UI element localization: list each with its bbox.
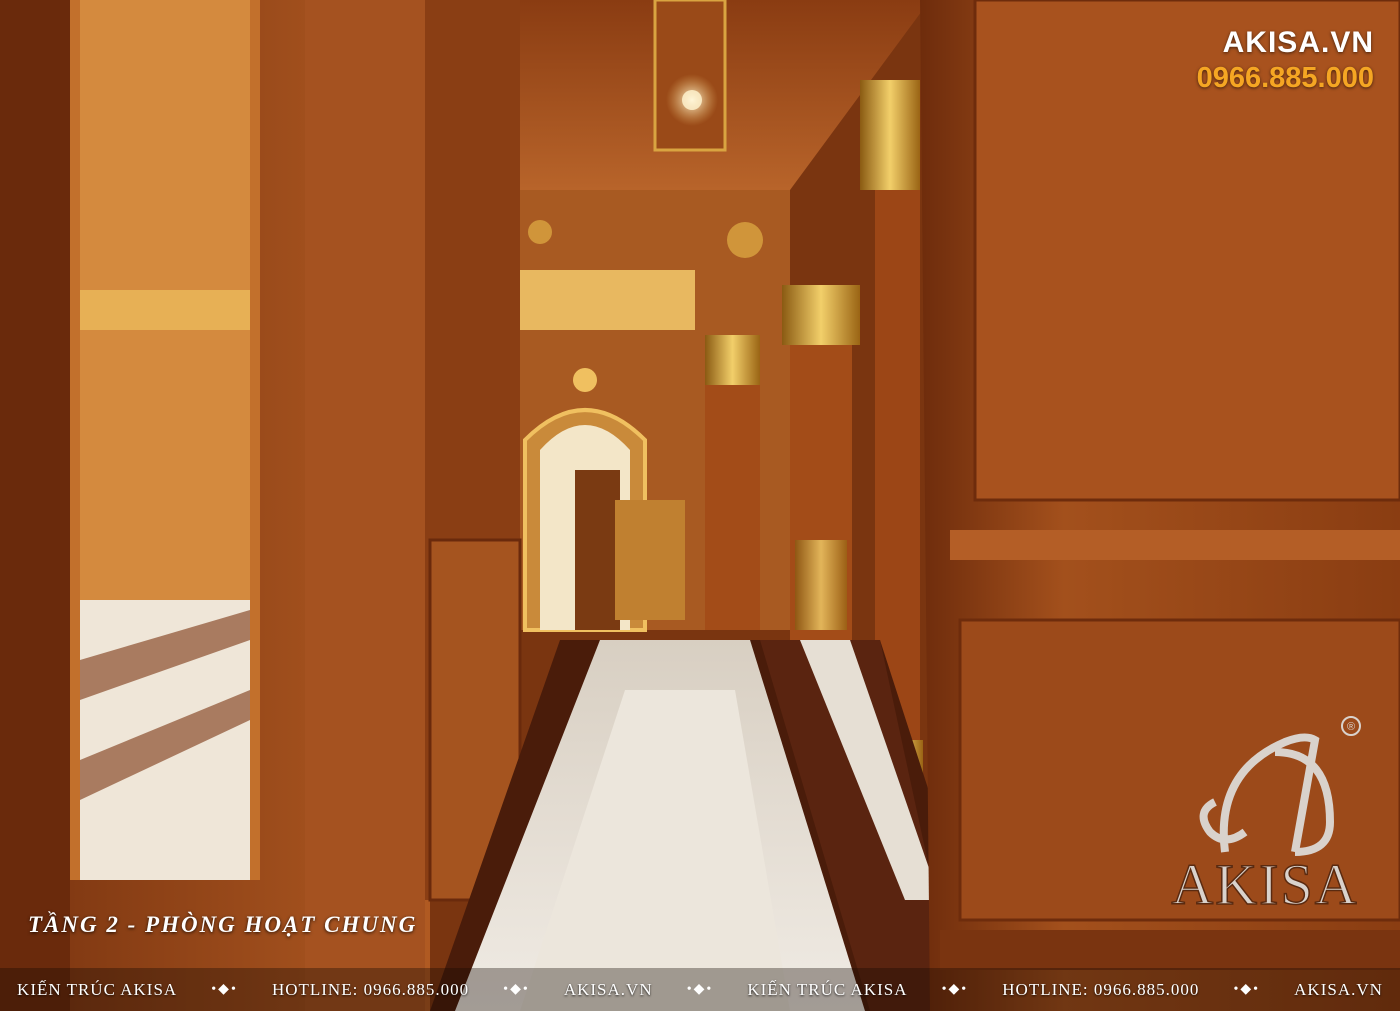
footer-separator: •◆• (686, 982, 714, 997)
footer-item: AKISA.VN (563, 979, 653, 999)
registered-mark: ® (1347, 721, 1355, 733)
brand-phone: 0966.885.000 (1196, 62, 1374, 94)
room-caption: TẦNG 2 - PHÒNG HOẠT CHUNG (28, 912, 418, 937)
brand-name: AKISA.VN (1222, 26, 1374, 59)
footer-separator: •◆• (211, 982, 238, 997)
footer-separator: •◆• (503, 982, 530, 997)
footer-item: AKISA.VN (1294, 979, 1383, 999)
footer-item: HOTLINE: 0966.885.000 (271, 979, 470, 999)
footer-item: HOTLINE: 0966.885.000 (1002, 979, 1200, 999)
footer-item: KIẾN TRÚC AKISA (17, 979, 178, 999)
footer-separator: •◆• (941, 982, 969, 997)
footer-separator: •◆• (1233, 982, 1261, 997)
footer-item: KIẾN TRÚC AKISA (747, 979, 908, 999)
akisa-logo: ® AKISA (1171, 716, 1361, 918)
brand-header: AKISA.VN 0966.885.000 (1197, 26, 1374, 95)
footer-watermark-bar: KIẾN TRÚC AKISA •◆• HOTLINE: 0966.885.00… (0, 968, 1400, 1011)
logo-wordmark: AKISA (1171, 852, 1358, 917)
